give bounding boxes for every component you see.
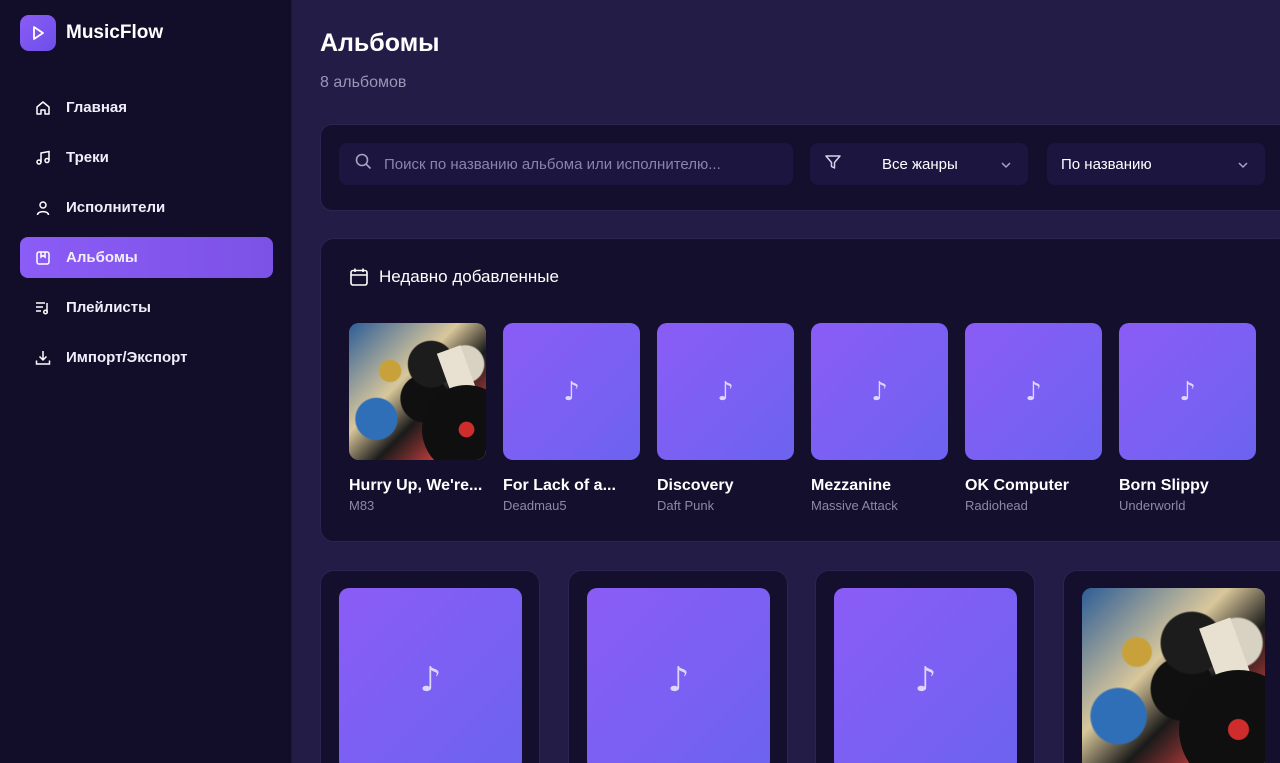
genre-select-value: Все жанры [882,155,958,173]
album-artist: Massive Attack [811,498,898,513]
album-artist: M83 [349,498,375,513]
sidebar-nav: Главная Треки Исполнители Альбомы Плейли… [20,87,273,387]
sidebar-item-label: Альбомы [66,249,138,266]
album-cover-placeholder: ♪ [587,588,770,763]
album-grid-card[interactable] [1063,570,1280,763]
album-cover-placeholder: ♪ [657,323,794,460]
album-count: 8 альбомов [320,74,407,91]
sidebar-item-label: Исполнители [66,199,166,216]
chevron-down-icon [1237,158,1249,175]
album-cover-image [1082,588,1265,763]
album-cover-placeholder: ♪ [503,323,640,460]
album-title: Mezzanine [811,477,892,494]
album-card[interactable]: ♪ Mezzanine Massive Attack [811,323,948,513]
album-artist: Daft Punk [657,498,715,513]
music-note-icon: ♪ [1025,376,1042,407]
album-grid-card[interactable]: ♪ [320,570,540,763]
filter-bar: Все жанры По названию [320,124,1280,211]
album-card[interactable]: ♪ Discovery Daft Punk [657,323,794,513]
album-cover-placeholder: ♪ [811,323,948,460]
recently-added-section: Недавно добавленные Hurry Up, We're... M… [320,238,1280,542]
album-title: OK Computer [965,477,1069,494]
calendar-icon [349,267,369,287]
album-icon [34,249,52,267]
section-heading: Недавно добавленные [349,267,559,287]
play-logo-icon [20,15,56,51]
search-box[interactable] [339,143,793,185]
chevron-down-icon [1000,158,1012,175]
app-name: MusicFlow [66,22,164,43]
album-artist: Underworld [1119,498,1186,513]
music-note-icon: ♪ [563,376,580,407]
music-note-icon: ♪ [419,659,442,700]
music-note-icon: ♪ [914,659,937,700]
sidebar-item-label: Треки [66,149,109,166]
album-title: Hurry Up, We're... [349,477,483,494]
album-card[interactable]: ♪ Born Slippy Underworld [1119,323,1256,513]
sidebar-item-artists[interactable]: Исполнители [20,187,273,228]
album-title: For Lack of a... [503,477,616,494]
search-icon [355,153,372,175]
album-cover-image [349,323,486,460]
playlist-icon [34,299,52,317]
sidebar-item-playlists[interactable]: Плейлисты [20,287,273,328]
sidebar: MusicFlow Главная Треки Исполнители Альб… [0,0,292,763]
page-title: Альбомы [320,29,440,57]
sort-select[interactable]: По названию [1047,143,1265,185]
album-artist: Deadmau5 [503,498,567,513]
sidebar-item-label: Импорт/Экспорт [66,349,188,366]
sidebar-item-label: Главная [66,99,128,116]
sidebar-item-home[interactable]: Главная [20,87,273,128]
music-note-icon: ♪ [717,376,734,407]
album-title: Born Slippy [1119,477,1209,494]
user-icon [34,199,52,217]
music-note-icon: ♪ [871,376,888,407]
filter-icon [824,153,842,175]
album-title: Discovery [657,477,734,494]
album-grid-card[interactable]: ♪ [815,570,1035,763]
home-icon [34,99,52,117]
search-input[interactable] [384,155,793,173]
music-note-icon [34,149,52,167]
album-card[interactable]: ♪ For Lack of a... Deadmau5 [503,323,640,513]
album-grid-card[interactable]: ♪ [568,570,788,763]
album-card[interactable]: ♪ OK Computer Radiohead [965,323,1102,513]
sidebar-item-tracks[interactable]: Треки [20,137,273,178]
music-note-icon: ♪ [1179,376,1196,407]
album-cover-placeholder: ♪ [1119,323,1256,460]
genre-select[interactable]: Все жанры [810,143,1028,185]
download-icon [34,349,52,367]
sidebar-item-import-export[interactable]: Импорт/Экспорт [20,337,273,378]
sidebar-item-albums[interactable]: Альбомы [20,237,273,278]
album-cover-placeholder: ♪ [834,588,1017,763]
album-artist: Radiohead [965,498,1028,513]
music-note-icon: ♪ [667,659,690,700]
album-cover-placeholder: ♪ [965,323,1102,460]
section-heading-text: Недавно добавленные [379,267,559,286]
sidebar-item-label: Плейлисты [66,299,151,316]
album-card[interactable]: Hurry Up, We're... M83 [349,323,486,513]
album-cover-placeholder: ♪ [339,588,522,763]
brand[interactable]: MusicFlow [20,15,163,51]
sort-select-value: По названию [1061,155,1152,173]
